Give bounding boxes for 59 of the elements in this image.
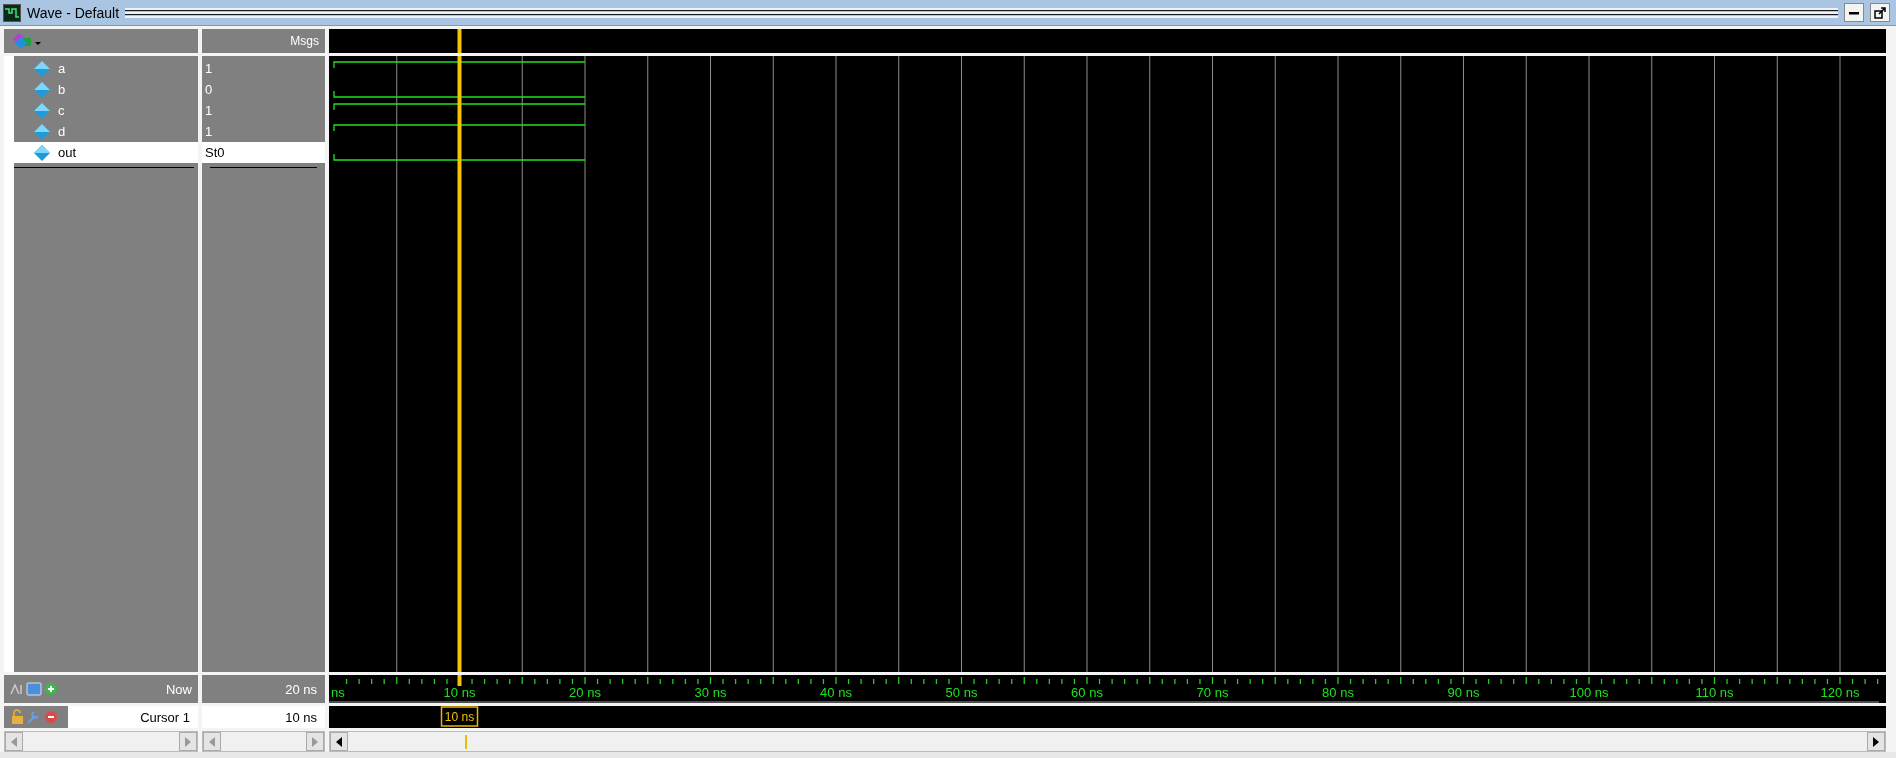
tick-label: 40 ns [820, 685, 852, 700]
tick-label: 50 ns [945, 685, 978, 700]
tick-label: 60 ns [1071, 685, 1103, 700]
signal-menu-button[interactable] [12, 32, 42, 50]
right-arrow-icon [184, 736, 192, 747]
signal-row[interactable]: out [14, 142, 198, 163]
signal-value: 1 [205, 103, 213, 118]
signal-row[interactable]: a [14, 58, 198, 79]
cursor-name-field[interactable]: Cursor 1 [68, 706, 198, 728]
signal-value: 0 [205, 82, 213, 97]
cursor-value: 10 ns [202, 706, 325, 728]
title-bar-grip[interactable] [125, 7, 1838, 18]
tick-label: 20 ns [569, 685, 601, 700]
signal-value: St0 [205, 145, 225, 160]
undock-icon [1874, 6, 1886, 19]
signal-name: c [58, 103, 65, 118]
signal-icon [34, 123, 50, 140]
tick-label: 80 ns [1322, 685, 1354, 700]
signal-icon [34, 81, 50, 98]
scroll-left-button[interactable] [330, 732, 348, 751]
signal-icon [34, 144, 50, 161]
horizontal-scrollbar[interactable] [329, 731, 1886, 752]
dropdown-icon [12, 32, 42, 50]
tick-label: 120 ns [1820, 685, 1860, 700]
signal-row[interactable]: d [14, 121, 198, 142]
signal-name: out [58, 145, 77, 160]
signal-name: b [58, 82, 66, 97]
tick-label: 90 ns [1447, 685, 1480, 700]
minimize-button[interactable] [1844, 3, 1864, 22]
signal-row[interactable]: c [14, 100, 198, 121]
signal-icon [34, 60, 50, 77]
now-value: 20 ns [202, 675, 325, 703]
signal-value: 1 [205, 61, 213, 76]
now-label: Now [165, 681, 192, 697]
tick-label: 110 ns [1695, 685, 1734, 700]
signal-name: a [58, 61, 66, 76]
signal-row[interactable]: b [14, 79, 198, 100]
cursor-position-mark [465, 735, 468, 749]
left-arrow-icon [10, 736, 18, 747]
tick-label: 30 ns [694, 685, 727, 700]
cursor-time-marker[interactable]: 10 ns [440, 706, 479, 727]
signal-name: d [58, 124, 66, 139]
right-arrow-icon [1872, 736, 1880, 747]
tick-label: 10 ns [443, 685, 476, 700]
cursor-tools-icon[interactable] [10, 681, 60, 697]
signal-icon [34, 102, 50, 119]
scroll-right-button[interactable] [1867, 732, 1885, 751]
tick-label: 70 ns [1196, 685, 1229, 700]
undock-button[interactable] [1870, 3, 1890, 22]
cursor-actions-icon[interactable] [10, 709, 60, 725]
column-header: Msgs [202, 29, 325, 53]
app-icon [3, 3, 21, 22]
left-arrow-icon [335, 736, 343, 747]
tick-label: ns [331, 685, 345, 700]
right-arrow-icon [311, 736, 319, 747]
tick-label: 100 ns [1569, 685, 1609, 700]
signal-value: 1 [205, 124, 213, 139]
window-title: Wave - Default [27, 4, 120, 21]
left-arrow-icon [208, 736, 216, 747]
